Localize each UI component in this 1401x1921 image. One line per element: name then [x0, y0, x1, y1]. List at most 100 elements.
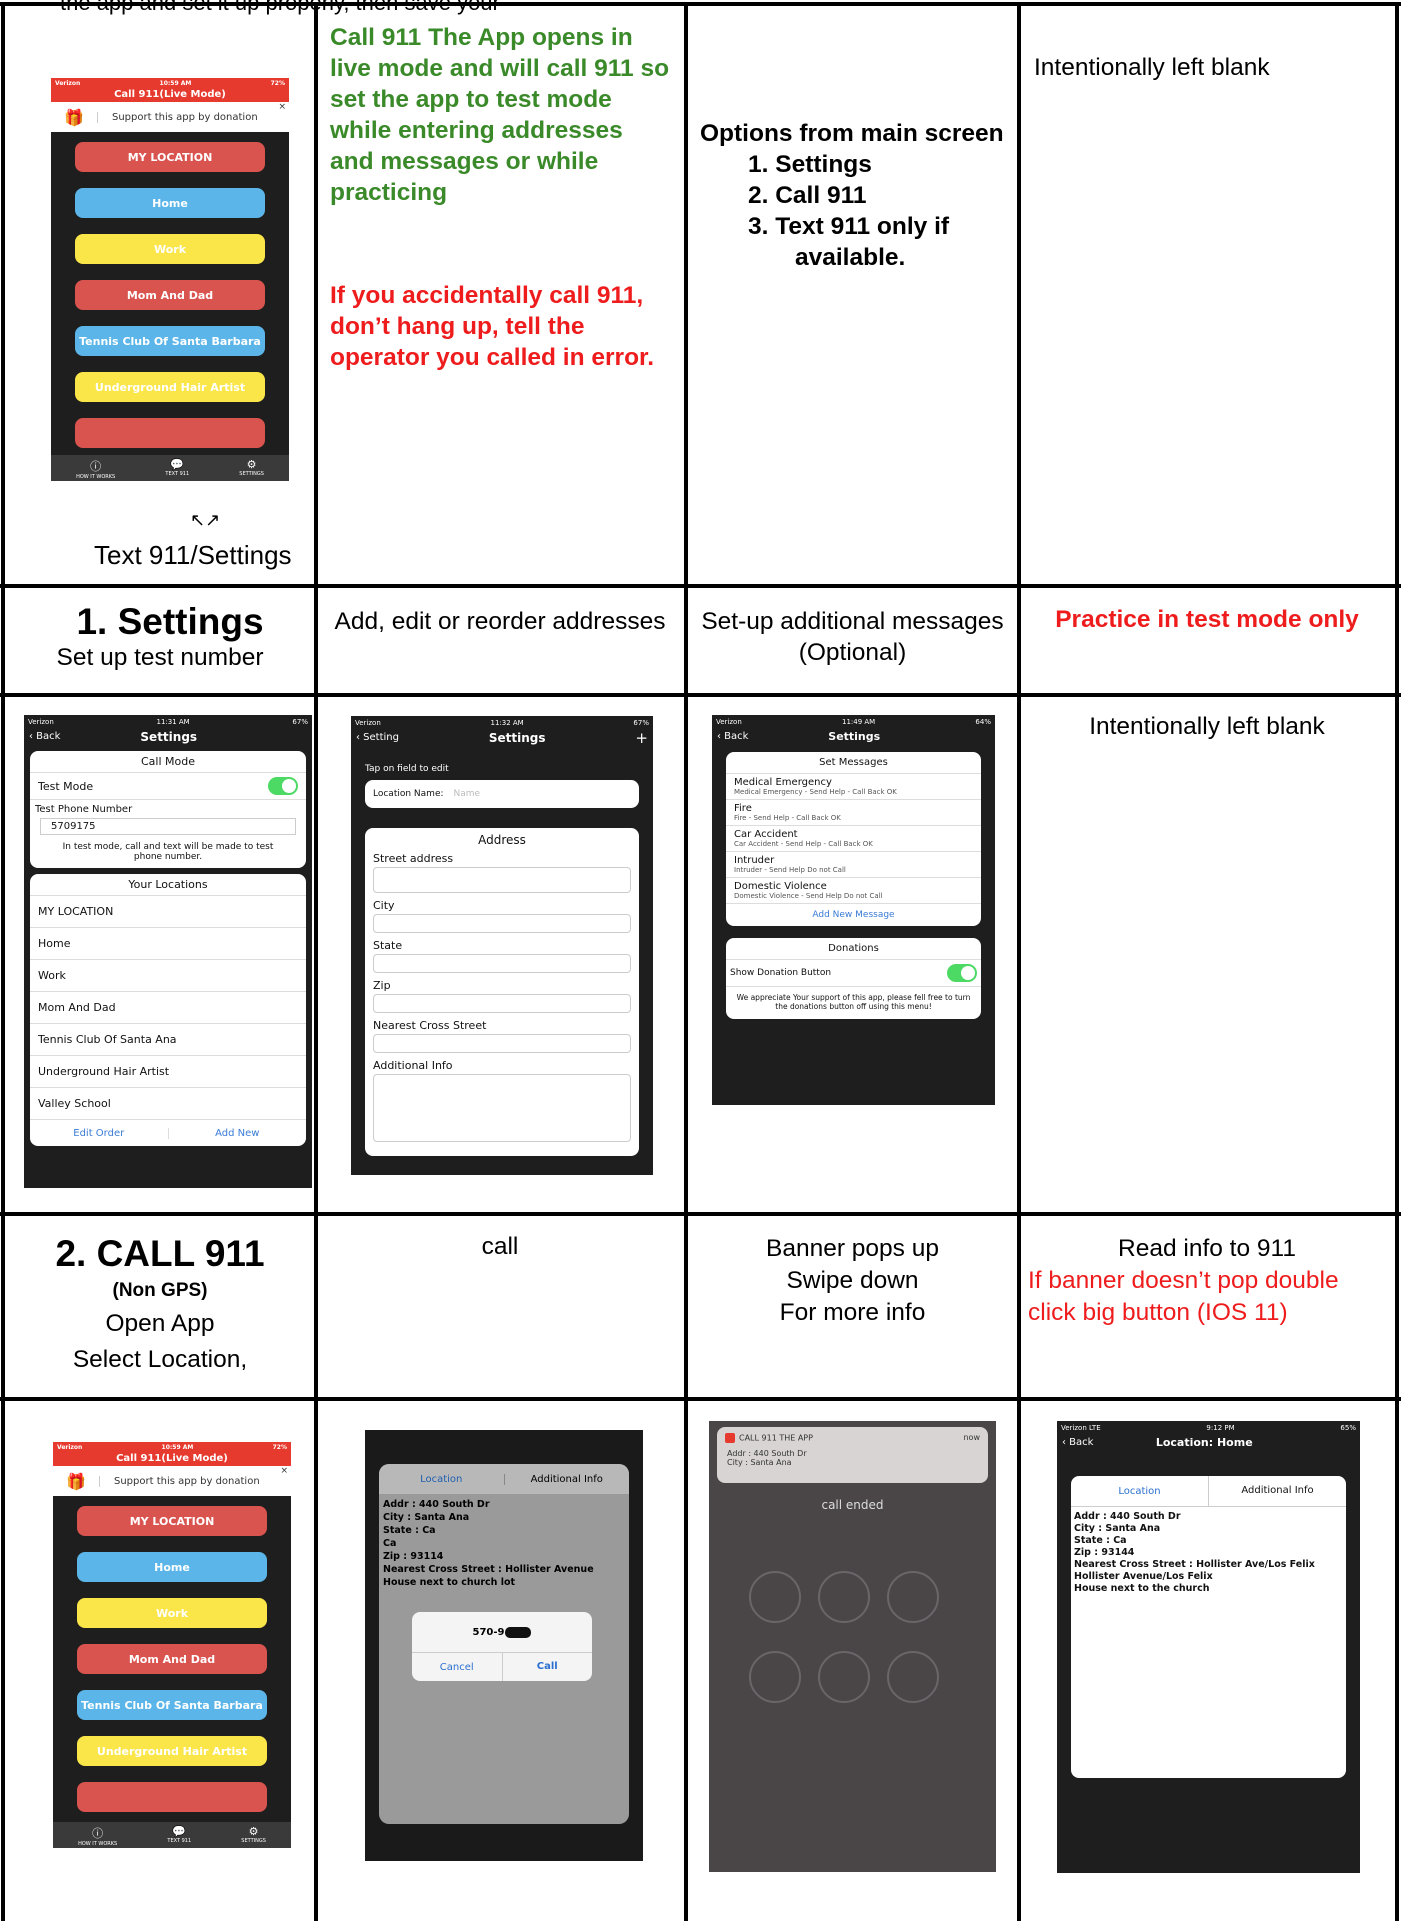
tab-item[interactable]: ⓘ HOW IT WORKS — [78, 1822, 117, 1848]
location-button[interactable]: Mom And Dad — [75, 280, 265, 310]
donation-banner[interactable]: 🎁 Support this app by donation × — [53, 1466, 291, 1496]
address-input[interactable] — [373, 914, 631, 933]
location-button[interactable]: Underground Hair Artist — [75, 372, 265, 402]
gear-icon: ⚙ — [248, 1825, 259, 1838]
gift-icon: 🎁 — [66, 1471, 86, 1491]
tab-item[interactable]: ⓘ HOW IT WORKS — [76, 455, 115, 481]
message-row[interactable]: Fire Fire - Send Help - Call Back OK — [726, 800, 981, 826]
location-button[interactable]: Tennis Club Of Santa Barbara — [77, 1690, 267, 1720]
tab-item[interactable]: ⚙ SETTINGS — [241, 1822, 266, 1848]
info-line: City : Santa Ana — [1074, 1523, 1161, 1534]
location-button[interactable]: Tennis Club Of Santa Barbara — [75, 326, 265, 356]
message-row[interactable]: Intruder Intruder - Send Help Do not Call — [726, 852, 981, 878]
location-row[interactable]: Home — [30, 928, 306, 960]
tab-item[interactable]: ⚙ SETTINGS — [239, 455, 264, 481]
info-line: Addr : 440 South Dr — [1074, 1511, 1181, 1522]
main-screen-options: Options from main screen 1. Settings 2. C… — [700, 118, 1010, 273]
arrow-hint: ↖↗ — [190, 510, 221, 530]
back-button[interactable]: ‹ Back — [1062, 1437, 1093, 1448]
back-button[interactable]: ‹ Back — [717, 731, 748, 742]
location-button[interactable]: Work — [75, 234, 265, 264]
address-input[interactable] — [373, 1034, 631, 1053]
test-phone-field[interactable]: 5709175 — [40, 818, 296, 835]
mute-icon[interactable] — [749, 1571, 801, 1623]
location-button-partial[interactable] — [75, 418, 265, 448]
info-line: City : Santa Ana — [383, 1512, 470, 1523]
tab-additional-info[interactable]: Additional Info — [503, 1473, 630, 1485]
add-icon[interactable]: + — [635, 729, 648, 747]
location-row[interactable]: Underground Hair Artist — [30, 1056, 306, 1088]
contacts-icon[interactable] — [887, 1651, 939, 1703]
grid-line — [0, 2, 1401, 6]
location-button[interactable]: Underground Hair Artist — [77, 1736, 267, 1766]
facetime-icon[interactable] — [818, 1651, 870, 1703]
tab-item[interactable]: 💬 TEXT 911 — [167, 1822, 191, 1848]
blank-note: Intentionally left blank — [1089, 713, 1325, 740]
add-new-button[interactable]: Add New — [169, 1128, 307, 1139]
location-name-field[interactable]: Location Name: Name — [365, 780, 639, 808]
donation-toggle[interactable] — [947, 964, 977, 982]
tab-label: HOW IT WORKS — [78, 1841, 118, 1847]
address-input[interactable] — [373, 1074, 631, 1142]
keypad-icon[interactable] — [818, 1571, 870, 1623]
location-button[interactable]: Mom And Dad — [77, 1644, 267, 1674]
close-icon[interactable]: × — [280, 1466, 288, 1476]
chat-icon: 💬 — [170, 458, 185, 471]
address-input[interactable] — [373, 867, 631, 893]
edit-order-button[interactable]: Edit Order — [30, 1127, 169, 1139]
call-button[interactable]: Call — [501, 1653, 593, 1681]
location-button-partial[interactable] — [77, 1782, 267, 1812]
speaker-icon[interactable] — [887, 1571, 939, 1623]
location-row[interactable]: Work — [30, 960, 306, 992]
address-input[interactable] — [373, 994, 631, 1013]
message-row[interactable]: Domestic Violence Domestic Violence - Sen… — [726, 878, 981, 904]
test-mode-toggle[interactable] — [268, 777, 298, 795]
grid-line — [0, 693, 1401, 697]
donation-banner[interactable]: 🎁 Support this app by donation × — [51, 102, 289, 132]
grid-line — [684, 2, 688, 1921]
notification-banner[interactable]: CALL 911 THE APP now Addr : 440 South Dr… — [717, 1427, 988, 1483]
tab-additional-info[interactable]: Additional Info — [1208, 1476, 1346, 1506]
field-label: Street address — [373, 852, 454, 865]
add-new-message-button[interactable]: Add New Message — [726, 904, 981, 926]
message-text: Medical Emergency - Send Help - Call Bac… — [734, 788, 897, 796]
back-button[interactable]: ‹ Back — [29, 731, 60, 742]
tab-location[interactable]: Location — [1071, 1486, 1208, 1497]
location-row[interactable]: MY LOCATION — [30, 896, 306, 928]
field-label: Nearest Cross Street — [373, 1019, 487, 1032]
location-row[interactable]: Valley School — [30, 1088, 306, 1120]
cancel-button[interactable]: Cancel — [412, 1662, 502, 1673]
add-call-icon[interactable] — [749, 1651, 801, 1703]
blank-note: Intentionally left blank — [1034, 54, 1270, 81]
info-line: House next to the church — [1074, 1583, 1210, 1594]
message-text: Fire - Send Help - Call Back OK — [734, 814, 841, 822]
app-title: Call 911(Live Mode) — [116, 1453, 228, 1464]
location-row[interactable]: Mom And Dad — [30, 992, 306, 1024]
option-item: 1. Settings — [748, 151, 872, 178]
info-line: State : Ca — [383, 1525, 436, 1536]
tab-item[interactable]: 💬 TEXT 911 — [165, 455, 189, 481]
message-title: Intruder — [734, 855, 775, 866]
close-icon[interactable]: × — [278, 102, 286, 112]
grid-line — [1, 2, 5, 1921]
message-row[interactable]: Car Accident Car Accident - Send Help - C… — [726, 826, 981, 852]
field-label: Zip — [373, 979, 391, 992]
options-heading: Options from main screen — [700, 120, 1004, 147]
location-button[interactable]: MY LOCATION — [75, 142, 265, 172]
location-button[interactable]: MY LOCATION — [77, 1506, 267, 1536]
location-button[interactable]: Home — [77, 1552, 267, 1582]
field-label: City — [373, 899, 395, 912]
tab-label: SETTINGS — [241, 1838, 266, 1844]
location-button[interactable]: Home — [75, 188, 265, 218]
location-button[interactable]: Work — [77, 1598, 267, 1628]
location-row[interactable]: Tennis Club Of Santa Ana — [30, 1024, 306, 1056]
grid-line — [0, 584, 1401, 588]
back-button[interactable]: ‹ Setting — [356, 732, 399, 743]
location-button-list: MY LOCATION Home Work Mom And Dad Tennis Clu… — [53, 1496, 291, 1812]
message-row[interactable]: Medical Emergency Medical Emergency - Sen… — [726, 774, 981, 800]
option-item: 2. Call 911 — [748, 182, 867, 209]
address-input[interactable] — [373, 954, 631, 973]
info-line: Zip : 93144 — [1074, 1547, 1135, 1558]
tab-location[interactable]: Location — [379, 1474, 504, 1485]
call-controls — [749, 1571, 956, 1703]
